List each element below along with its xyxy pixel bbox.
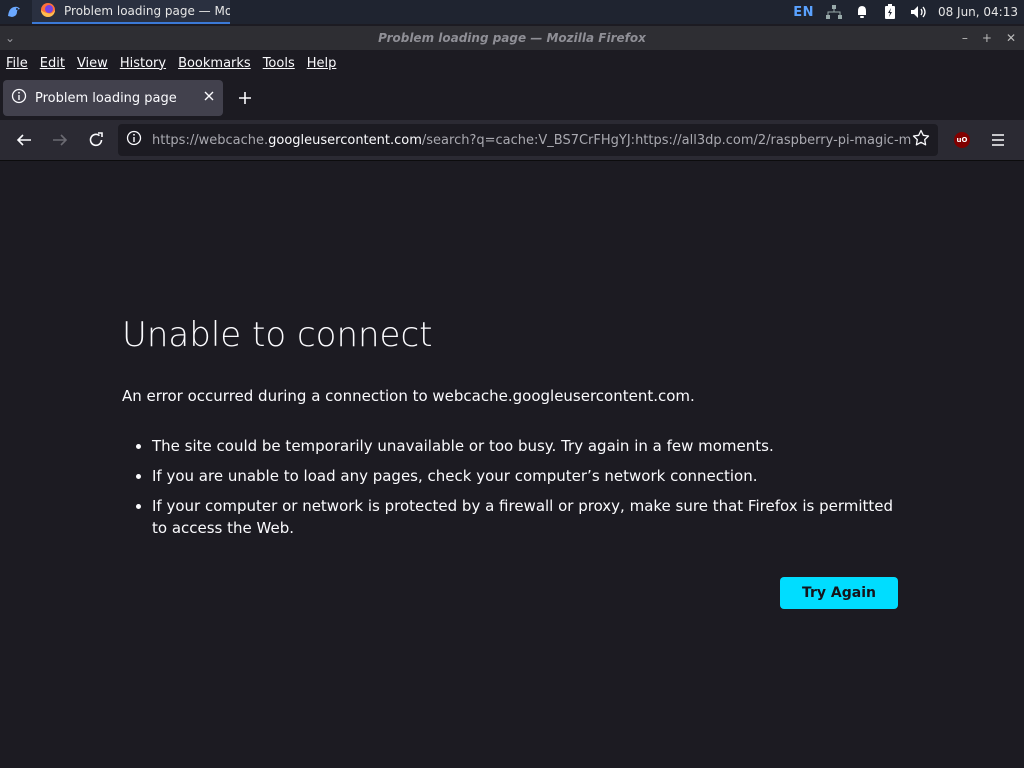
suggestion-item: The site could be temporarily unavailabl…: [152, 435, 912, 457]
tab-label: Problem loading page: [35, 90, 177, 106]
back-icon[interactable]: [6, 124, 42, 156]
clock[interactable]: 08 Jun, 04:13: [938, 5, 1018, 19]
url-text[interactable]: https://webcache.googleusercontent.com/s…: [152, 133, 912, 148]
ublock-origin-icon[interactable]: uO: [944, 124, 980, 156]
site-info-icon[interactable]: [126, 130, 142, 150]
tab-problem-loading-page[interactable]: Problem loading page: [3, 80, 223, 116]
window-titlebar: ⌄ Problem loading page — Mozilla Firefox…: [0, 26, 1024, 50]
bookmark-star-icon[interactable]: [912, 129, 930, 151]
window-menu-icon[interactable]: ⌄: [0, 31, 20, 45]
navigation-toolbar: https://webcache.googleusercontent.com/s…: [0, 120, 1024, 161]
close-window-icon[interactable]: ✕: [1006, 31, 1016, 45]
error-description: An error occurred during a connection to…: [122, 387, 695, 405]
volume-icon[interactable]: [910, 4, 926, 20]
error-page: Unable to connect An error occurred duri…: [0, 161, 1024, 768]
taskbar-window-label: Problem loading page — Mo...: [64, 4, 230, 18]
suggestion-item: If you are unable to load any pages, che…: [152, 465, 912, 487]
battery-icon[interactable]: [882, 4, 898, 20]
menu-help-label: Help: [306, 55, 337, 71]
url-path: /search?q=cache:V_BS7CrFHgYJ:https://all…: [421, 132, 912, 148]
ublock-badge: uO: [954, 132, 970, 148]
system-taskbar: Problem loading page — Mo... EN 08 Jun, …: [0, 0, 1024, 24]
error-suggestions: The site could be temporarily unavailabl…: [122, 435, 912, 547]
info-icon: [11, 88, 27, 108]
new-tab-icon[interactable]: [235, 86, 255, 110]
menu-view[interactable]: View: [71, 56, 114, 71]
reload-icon[interactable]: [78, 124, 114, 156]
app-launcher-icon[interactable]: [0, 0, 28, 24]
menu-history-label: History: [119, 55, 167, 71]
menu-tools[interactable]: Tools: [257, 56, 301, 71]
app-menu-icon[interactable]: [980, 124, 1016, 156]
try-again-button[interactable]: Try Again: [780, 577, 898, 609]
menu-bookmarks[interactable]: Bookmarks: [172, 56, 257, 71]
maximize-icon[interactable]: +: [982, 31, 992, 45]
menu-bookmarks-label: Bookmarks: [178, 55, 251, 71]
firefox-icon: [40, 2, 56, 21]
menu-view-label: View: [76, 55, 108, 71]
menu-tools-label: Tools: [262, 55, 295, 71]
network-icon[interactable]: [825, 4, 842, 20]
menu-history[interactable]: History: [114, 56, 172, 71]
menu-help[interactable]: Help: [301, 56, 343, 71]
menu-edit-label: Edit: [39, 55, 65, 71]
forward-icon[interactable]: [42, 124, 78, 156]
close-tab-icon[interactable]: [203, 90, 215, 106]
url-prefix: https://webcache.: [152, 132, 269, 148]
minimize-icon[interactable]: –: [962, 31, 968, 45]
menu-file-label: File: [6, 55, 28, 71]
suggestion-item: If your computer or network is protected…: [152, 495, 912, 539]
menu-file[interactable]: File: [0, 56, 34, 71]
notifications-icon[interactable]: [854, 4, 870, 20]
menu-edit[interactable]: Edit: [34, 56, 71, 71]
url-host: googleusercontent.com: [268, 132, 422, 148]
window-title: Problem loading page — Mozilla Firefox: [378, 31, 646, 45]
error-title: Unable to connect: [122, 315, 433, 355]
keyboard-layout-indicator[interactable]: EN: [793, 5, 814, 20]
url-bar[interactable]: https://webcache.googleusercontent.com/s…: [118, 124, 938, 156]
taskbar-window-button[interactable]: Problem loading page — Mo...: [32, 0, 230, 24]
tab-strip: Problem loading page: [0, 76, 1024, 120]
menubar: File Edit View History Bookmarks Tools H…: [0, 50, 1024, 76]
